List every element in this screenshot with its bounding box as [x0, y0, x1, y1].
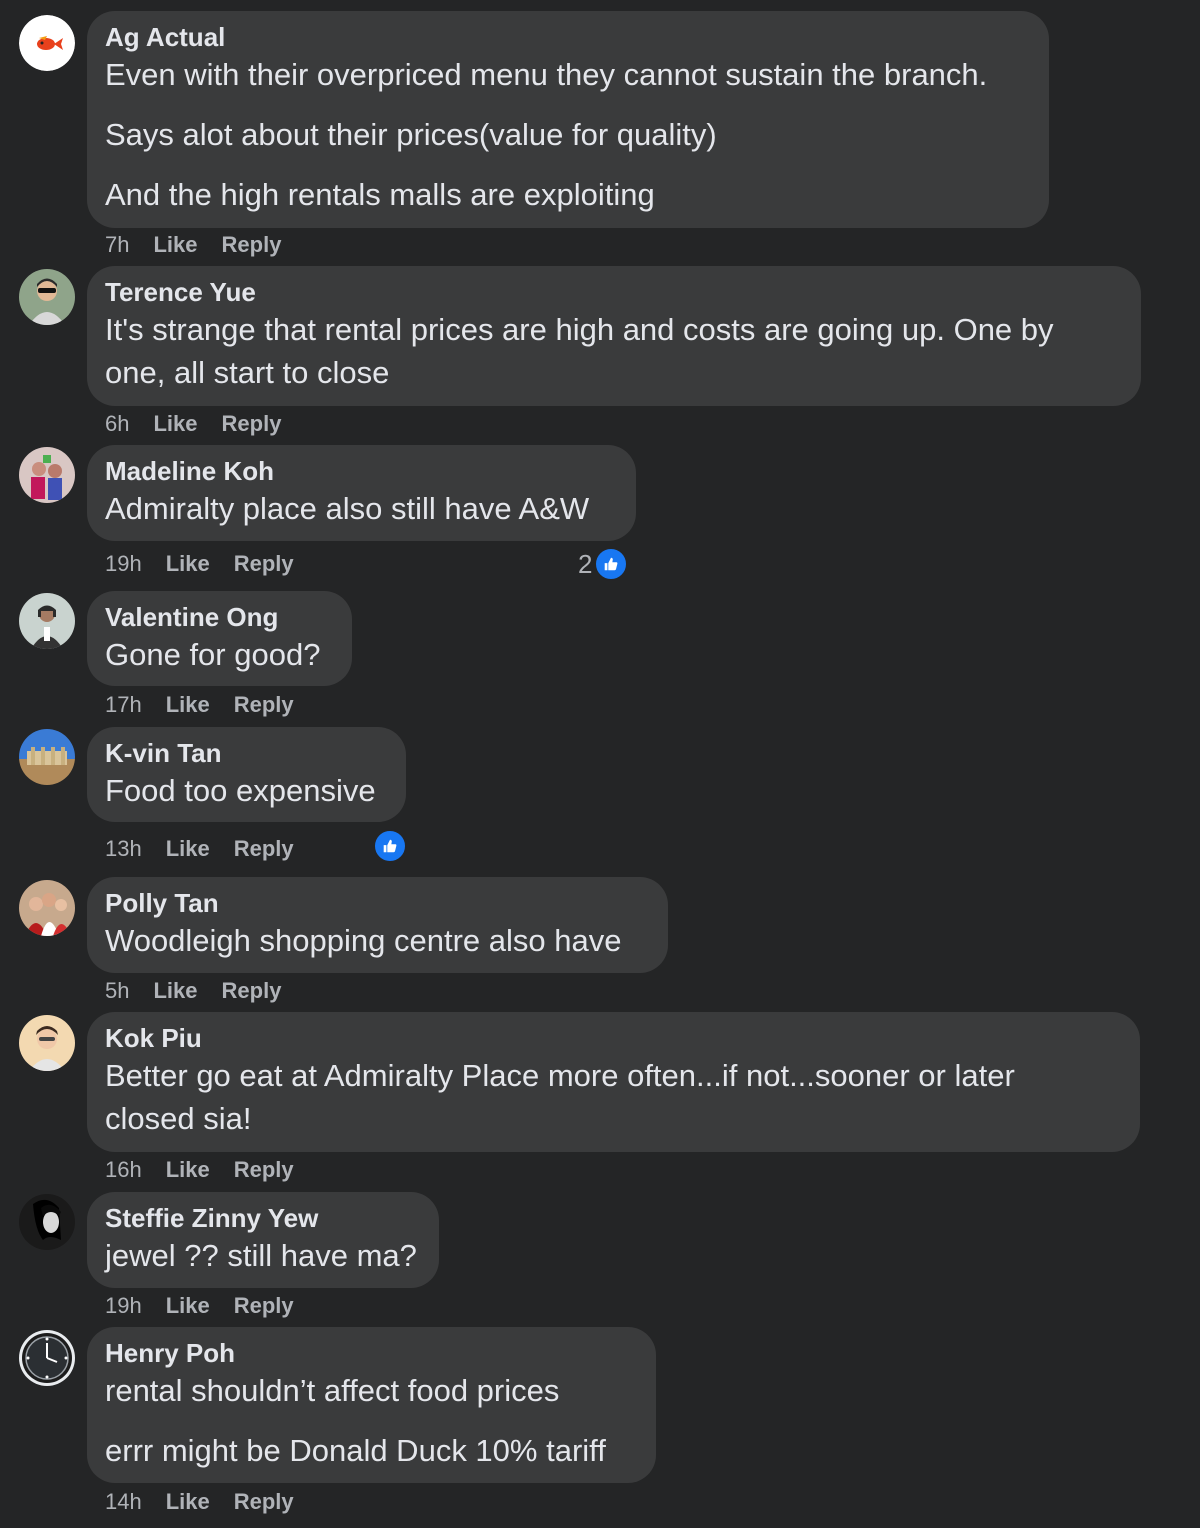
comment-bubble: K-vin Tan Food too expensive	[87, 727, 406, 822]
reaction-summary[interactable]	[371, 829, 407, 863]
comment-actions: 19h Like Reply	[105, 1292, 318, 1320]
comment-bubble: Madeline Koh Admiralty place also still …	[87, 445, 636, 541]
comment-bubble: Terence Yue It's strange that rental pri…	[87, 266, 1141, 406]
comment-timestamp[interactable]: 19h	[105, 1293, 142, 1318]
like-button[interactable]: Like	[166, 1293, 210, 1318]
comment-timestamp[interactable]: 6h	[105, 411, 129, 436]
comment-actions: 19h Like Reply	[105, 550, 318, 578]
person-avatar-icon[interactable]	[19, 593, 75, 649]
person-avatar-icon[interactable]	[19, 1015, 75, 1071]
comment-timestamp[interactable]: 16h	[105, 1157, 142, 1182]
comment-author[interactable]: Kok Piu	[105, 1022, 1120, 1054]
reply-button[interactable]: Reply	[234, 692, 294, 717]
comment-text: It's strange that rental prices are high…	[105, 312, 1054, 390]
comment-author[interactable]: Valentine Ong	[105, 601, 332, 633]
like-button[interactable]: Like	[153, 411, 197, 436]
comment-text: jewel ?? still have ma?	[105, 1238, 417, 1273]
comment-actions: 13h Like Reply	[105, 835, 318, 863]
comment-text: Says alot about their prices(value for q…	[105, 117, 717, 152]
reply-button[interactable]: Reply	[222, 232, 282, 257]
landscape-avatar-icon[interactable]	[19, 729, 75, 785]
like-button[interactable]: Like	[166, 1489, 210, 1514]
comment-text: Woodleigh shopping centre also have	[105, 923, 622, 958]
comment-bubble: Ag Actual Even with their overpriced men…	[87, 11, 1049, 228]
comment-text: Better go eat at Admiralty Place more of…	[105, 1058, 1015, 1136]
comment-actions: 16h Like Reply	[105, 1156, 318, 1184]
comment-timestamp[interactable]: 17h	[105, 692, 142, 717]
comment-timestamp[interactable]: 7h	[105, 232, 129, 257]
like-button[interactable]: Like	[166, 692, 210, 717]
comment-author[interactable]: Polly Tan	[105, 887, 648, 919]
comment-text: Admiralty place also still have A&W	[105, 491, 590, 526]
group-photo-avatar-icon[interactable]	[19, 880, 75, 936]
reply-button[interactable]: Reply	[234, 1489, 294, 1514]
portrait-avatar-icon[interactable]	[19, 1194, 75, 1250]
comment-text: Even with their overpriced menu they can…	[105, 57, 988, 92]
reply-button[interactable]: Reply	[234, 1157, 294, 1182]
comment-author[interactable]: Steffie Zinny Yew	[105, 1202, 419, 1234]
reaction-summary[interactable]: 2	[578, 547, 629, 581]
comment-timestamp[interactable]: 13h	[105, 836, 142, 861]
comment-timestamp[interactable]: 19h	[105, 551, 142, 576]
comment-actions: 6h Like Reply	[105, 410, 305, 438]
comment-text: errr might be Donald Duck 10% tariff	[105, 1433, 606, 1468]
comment-actions: 7h Like Reply	[105, 231, 305, 259]
group-photo-avatar-icon[interactable]	[19, 447, 75, 503]
comment-text: And the high rentals malls are exploitin…	[105, 177, 655, 212]
comment-author[interactable]: Henry Poh	[105, 1337, 636, 1369]
thumbs-up-icon	[594, 547, 629, 581]
like-button[interactable]: Like	[166, 836, 210, 861]
comment-bubble: Valentine Ong Gone for good?	[87, 591, 352, 686]
goldfish-avatar-icon[interactable]	[19, 15, 75, 71]
comment-text: rental shouldn’t affect food prices	[105, 1373, 560, 1408]
like-button[interactable]: Like	[153, 978, 197, 1003]
comment-bubble: Henry Poh rental shouldn’t affect food p…	[87, 1327, 656, 1483]
reply-button[interactable]: Reply	[222, 978, 282, 1003]
reply-button[interactable]: Reply	[222, 411, 282, 436]
like-button[interactable]: Like	[153, 232, 197, 257]
comment-author[interactable]: K-vin Tan	[105, 737, 386, 769]
like-button[interactable]: Like	[166, 551, 210, 576]
watch-avatar-icon[interactable]	[19, 1330, 75, 1386]
comment-bubble: Polly Tan Woodleigh shopping centre also…	[87, 877, 668, 973]
comment-bubble: Steffie Zinny Yew jewel ?? still have ma…	[87, 1192, 439, 1288]
reply-button[interactable]: Reply	[234, 836, 294, 861]
thumbs-up-icon	[373, 829, 407, 863]
comment-text: Gone for good?	[105, 637, 321, 672]
comment-timestamp[interactable]: 14h	[105, 1489, 142, 1514]
comment-author[interactable]: Terence Yue	[105, 276, 1121, 308]
like-button[interactable]: Like	[166, 1157, 210, 1182]
comment-author[interactable]: Madeline Koh	[105, 455, 616, 487]
comment-text: Food too expensive	[105, 773, 376, 808]
comment-actions: 14h Like Reply	[105, 1488, 318, 1516]
comment-timestamp[interactable]: 5h	[105, 978, 129, 1003]
comment-author[interactable]: Ag Actual	[105, 21, 1029, 53]
person-avatar-icon[interactable]	[19, 269, 75, 325]
comment-actions: 5h Like Reply	[105, 977, 305, 1005]
reaction-count: 2	[578, 548, 593, 579]
comment-bubble: Kok Piu Better go eat at Admiralty Place…	[87, 1012, 1140, 1152]
reply-button[interactable]: Reply	[234, 1293, 294, 1318]
comment-actions: 17h Like Reply	[105, 691, 318, 719]
reply-button[interactable]: Reply	[234, 551, 294, 576]
